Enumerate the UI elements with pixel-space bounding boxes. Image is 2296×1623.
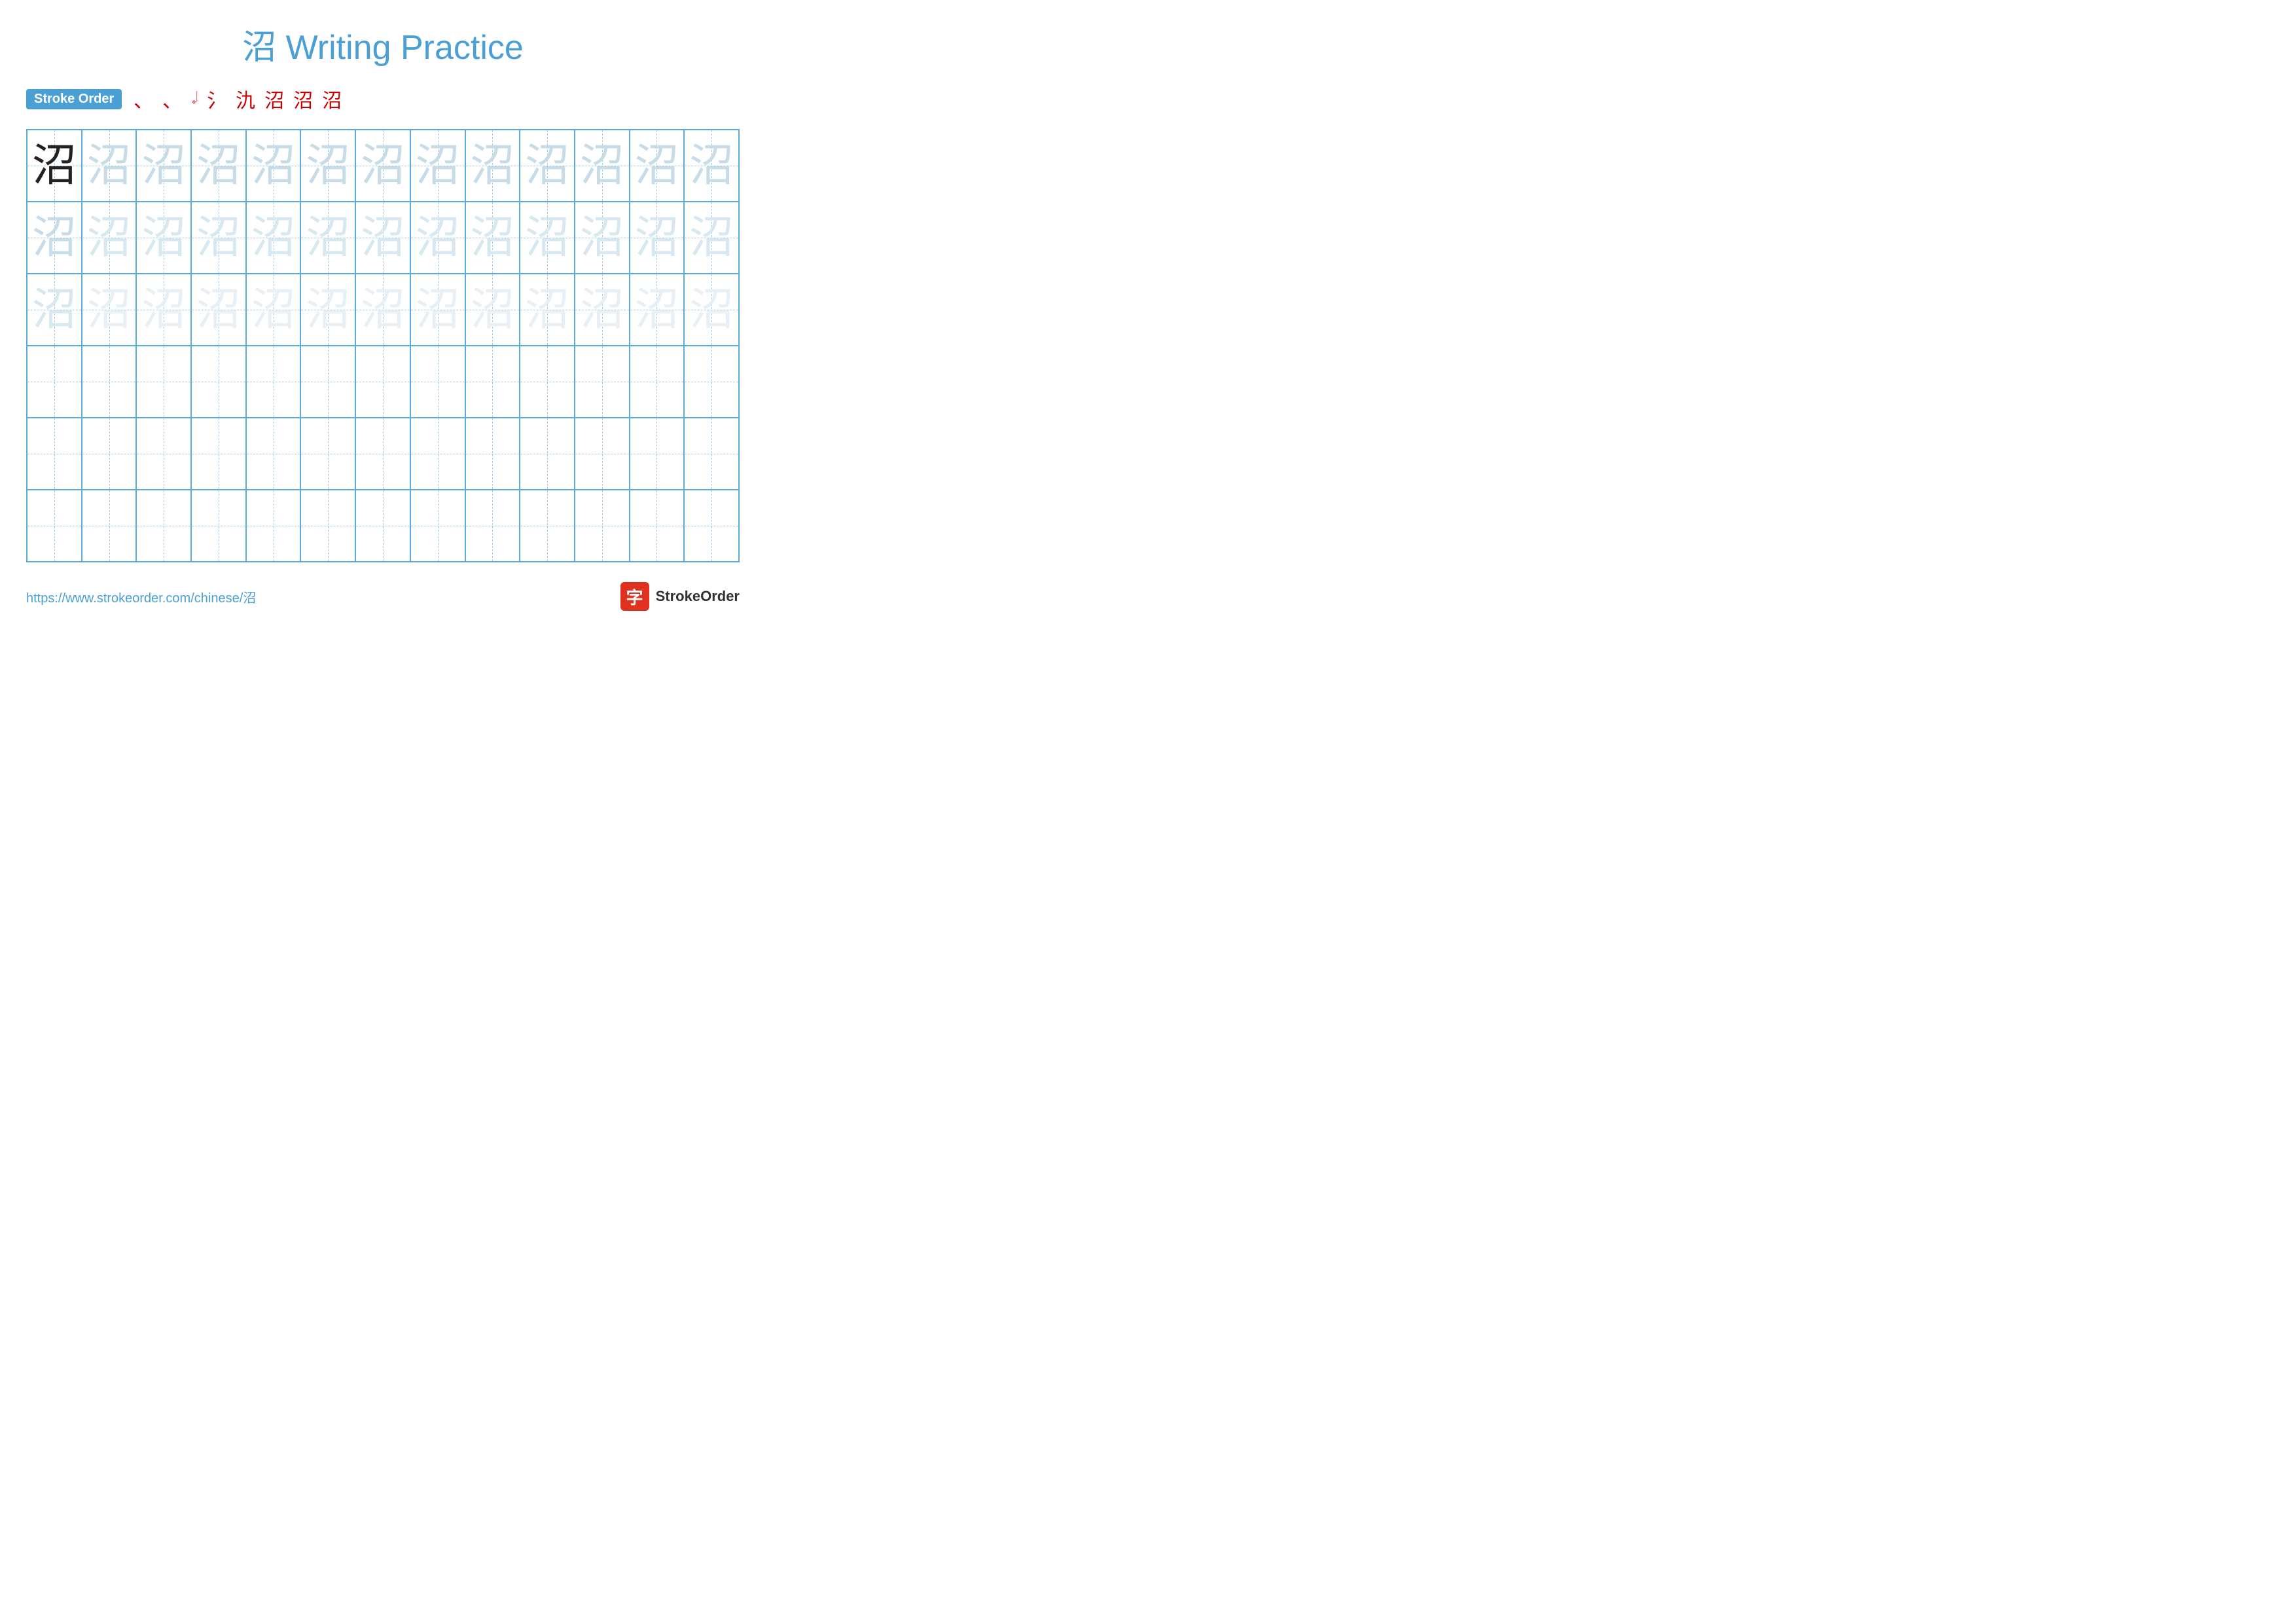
- grid-cell[interactable]: 沼: [520, 274, 575, 346]
- grid-cell[interactable]: 沼: [684, 202, 739, 274]
- grid-cell[interactable]: 沼: [684, 130, 739, 202]
- grid-cell[interactable]: 沼: [684, 274, 739, 346]
- grid-cell[interactable]: [191, 490, 246, 562]
- grid-cell[interactable]: [684, 490, 739, 562]
- grid-cell[interactable]: 沼: [136, 202, 191, 274]
- grid-cell[interactable]: [300, 346, 355, 418]
- footer: https://www.strokeorder.com/chinese/沼 字 …: [26, 582, 740, 611]
- grid-cell[interactable]: 沼: [300, 274, 355, 346]
- grid-cell[interactable]: [27, 346, 82, 418]
- stroke-order-badge: Stroke Order: [26, 89, 122, 109]
- grid-cell[interactable]: [520, 418, 575, 490]
- grid-cell[interactable]: [575, 418, 630, 490]
- grid-cell[interactable]: 沼: [246, 202, 301, 274]
- footer-url: https://www.strokeorder.com/chinese/沼: [26, 587, 256, 606]
- grid-cell[interactable]: [355, 346, 410, 418]
- grid-cell[interactable]: 沼: [355, 202, 410, 274]
- grid-cell[interactable]: 沼: [410, 274, 465, 346]
- grid-cell[interactable]: 沼: [575, 130, 630, 202]
- grid-cell[interactable]: [136, 418, 191, 490]
- grid-cell[interactable]: [191, 418, 246, 490]
- grid-cell[interactable]: [136, 490, 191, 562]
- grid-cell[interactable]: 沼: [630, 202, 685, 274]
- grid-cell[interactable]: 沼: [575, 202, 630, 274]
- grid-cell[interactable]: [410, 418, 465, 490]
- grid-cell[interactable]: [520, 490, 575, 562]
- grid-cell[interactable]: 沼: [520, 202, 575, 274]
- grid-cell[interactable]: 沼: [82, 202, 137, 274]
- grid-cell[interactable]: [136, 346, 191, 418]
- grid-cell[interactable]: [630, 346, 685, 418]
- grid-cell[interactable]: [575, 490, 630, 562]
- grid-cell[interactable]: [410, 490, 465, 562]
- grid-cell[interactable]: [246, 346, 301, 418]
- grid-cell[interactable]: 沼: [191, 202, 246, 274]
- grid-cell[interactable]: [82, 346, 137, 418]
- stroke-sequence: 、 、 𝆹𝅥 氵 氿 沼 沼 沼: [134, 84, 342, 113]
- grid-cell[interactable]: 沼: [355, 274, 410, 346]
- grid-cell[interactable]: [246, 490, 301, 562]
- grid-cell[interactable]: 沼: [191, 274, 246, 346]
- brand-name: StrokeOrder: [656, 588, 740, 605]
- grid-cell[interactable]: 沼: [630, 274, 685, 346]
- grid-cell[interactable]: 沼: [246, 274, 301, 346]
- grid-cell[interactable]: 沼: [520, 130, 575, 202]
- grid-cell[interactable]: 沼: [465, 130, 520, 202]
- grid-cell[interactable]: [684, 418, 739, 490]
- grid-cell[interactable]: [27, 418, 82, 490]
- grid-cell[interactable]: [465, 490, 520, 562]
- grid-cell[interactable]: 沼: [27, 202, 82, 274]
- grid-cell[interactable]: [520, 346, 575, 418]
- grid-cell[interactable]: [410, 346, 465, 418]
- footer-brand: 字 StrokeOrder: [620, 582, 740, 611]
- grid-cell[interactable]: 沼: [355, 130, 410, 202]
- grid-cell[interactable]: 沼: [410, 130, 465, 202]
- grid-cell[interactable]: 沼: [465, 202, 520, 274]
- grid-cell[interactable]: 沼: [27, 130, 82, 202]
- grid-cell[interactable]: 沼: [82, 130, 137, 202]
- grid-cell[interactable]: [465, 346, 520, 418]
- grid-cell[interactable]: [246, 418, 301, 490]
- grid-cell[interactable]: 沼: [27, 274, 82, 346]
- grid-cell[interactable]: [630, 490, 685, 562]
- grid-cell[interactable]: [82, 490, 137, 562]
- grid-cell[interactable]: 沼: [82, 274, 137, 346]
- grid-cell[interactable]: 沼: [136, 274, 191, 346]
- page-title: 沼 Writing Practice: [26, 20, 740, 69]
- grid-cell[interactable]: [684, 346, 739, 418]
- practice-grid: 沼 沼 沼 沼 沼 沼 沼 沼 沼 沼 沼 沼 沼 沼 沼 沼 沼: [26, 129, 740, 562]
- grid-cell[interactable]: [191, 346, 246, 418]
- grid-cell[interactable]: [355, 490, 410, 562]
- grid-cell[interactable]: 沼: [630, 130, 685, 202]
- brand-icon: 字: [620, 582, 649, 611]
- grid-cell[interactable]: [300, 490, 355, 562]
- stroke-order-row: Stroke Order 、 、 𝆹𝅥 氵 氿 沼 沼 沼: [26, 84, 740, 113]
- grid-cell[interactable]: 沼: [410, 202, 465, 274]
- grid-cell[interactable]: [82, 418, 137, 490]
- grid-cell[interactable]: 沼: [246, 130, 301, 202]
- grid-cell[interactable]: 沼: [136, 130, 191, 202]
- grid-cell[interactable]: [630, 418, 685, 490]
- grid-cell[interactable]: [27, 490, 82, 562]
- grid-cell[interactable]: 沼: [575, 274, 630, 346]
- grid-cell[interactable]: [575, 346, 630, 418]
- grid-cell[interactable]: 沼: [300, 202, 355, 274]
- grid-cell[interactable]: 沼: [465, 274, 520, 346]
- grid-cell[interactable]: 沼: [300, 130, 355, 202]
- grid-cell[interactable]: [465, 418, 520, 490]
- grid-cell[interactable]: 沼: [191, 130, 246, 202]
- grid-cell[interactable]: [300, 418, 355, 490]
- grid-cell[interactable]: [355, 418, 410, 490]
